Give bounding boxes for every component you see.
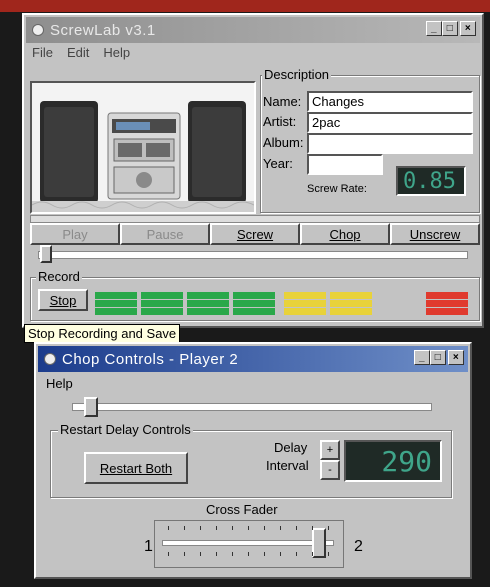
fader-tick xyxy=(200,552,201,556)
meter-segment-3 xyxy=(187,292,229,315)
delay-down-button[interactable]: - xyxy=(320,460,340,480)
fader-tick xyxy=(168,552,169,556)
screw-button[interactable]: Screw xyxy=(210,223,300,245)
cross-fader-title: Cross Fader xyxy=(206,502,278,517)
meter-segment-4 xyxy=(233,292,275,315)
volume-slider-thumb[interactable] xyxy=(40,245,52,263)
main-window-title: ScrewLab v3.1 xyxy=(50,21,156,39)
close-button[interactable]: × xyxy=(460,21,476,36)
name-label: Name: xyxy=(263,94,302,109)
chop-minimize-button[interactable]: _ xyxy=(414,350,430,365)
stop-button[interactable]: Stop xyxy=(38,289,88,311)
fader-tick xyxy=(200,526,201,530)
cross-fader-left-label: 1 xyxy=(144,538,153,555)
main-menubar: File Edit Help xyxy=(32,45,130,60)
chop-close-button[interactable]: × xyxy=(448,350,464,365)
menu-help[interactable]: Help xyxy=(103,45,130,60)
artist-label: Artist: xyxy=(263,114,297,129)
fader-tick xyxy=(312,526,313,530)
year-field[interactable] xyxy=(307,154,383,175)
fader-tick xyxy=(264,552,265,556)
fader-tick xyxy=(216,552,217,556)
main-titlebar[interactable]: ScrewLab v3.1 _ □ × xyxy=(26,17,480,43)
screw-rate-display: 0.85 xyxy=(396,166,466,196)
fader-tick xyxy=(312,552,313,556)
fader-tick xyxy=(328,552,329,556)
maximize-button[interactable]: □ xyxy=(442,21,458,36)
fader-tick xyxy=(248,526,249,530)
restart-delay-title: Restart Delay Controls xyxy=(58,422,193,437)
fader-tick xyxy=(264,526,265,530)
delay-interval-display: 290 xyxy=(344,440,442,482)
year-label: Year: xyxy=(263,156,293,171)
meter-segment-7 xyxy=(426,292,468,315)
cross-fader-track[interactable] xyxy=(162,540,334,546)
chop-window-title: Chop Controls - Player 2 xyxy=(62,350,239,368)
stop-tooltip: Stop Recording and Save xyxy=(24,324,181,343)
chop-titlebar[interactable]: Chop Controls - Player 2 _ □ × xyxy=(38,346,468,372)
fader-tick xyxy=(280,526,281,530)
delay-up-button[interactable]: + xyxy=(320,440,340,460)
app-icon xyxy=(32,24,44,36)
fader-tick xyxy=(232,552,233,556)
main-window: ScrewLab v3.1 _ □ × File Edit Help Descr… xyxy=(22,13,484,328)
meter-segment-1 xyxy=(95,292,137,315)
fader-tick xyxy=(280,552,281,556)
fader-tick xyxy=(296,526,297,530)
artist-field[interactable]: 2pac xyxy=(307,112,473,133)
fader-tick xyxy=(328,526,329,530)
description-title: Description xyxy=(262,67,332,82)
fader-tick xyxy=(168,526,169,530)
stereo-image xyxy=(30,81,256,214)
fader-tick xyxy=(184,526,185,530)
play-button[interactable]: Play xyxy=(30,223,120,245)
fader-tick xyxy=(232,526,233,530)
meter-segment-5 xyxy=(284,292,326,315)
name-field[interactable]: Changes xyxy=(307,91,473,112)
restart-both-button[interactable]: Restart Both xyxy=(84,452,188,484)
record-title: Record xyxy=(36,269,82,284)
chop-slider-thumb[interactable] xyxy=(84,397,98,417)
chop-menubar: Help xyxy=(46,376,73,391)
fader-tick xyxy=(184,552,185,556)
fader-tick xyxy=(296,552,297,556)
pause-button[interactable]: Pause xyxy=(120,223,210,245)
chop-app-icon xyxy=(44,353,56,365)
chop-button[interactable]: Chop xyxy=(300,223,390,245)
menu-file[interactable]: File xyxy=(32,45,53,60)
chop-window: Chop Controls - Player 2 _ □ × Help Rest… xyxy=(34,342,472,579)
delay-label: Delay xyxy=(274,440,308,455)
menu-edit[interactable]: Edit xyxy=(67,45,89,60)
background-top-strip xyxy=(0,0,490,12)
fader-tick xyxy=(248,552,249,556)
chop-slider-track[interactable] xyxy=(72,403,432,411)
album-field[interactable] xyxy=(307,133,473,154)
meter-segment-6 xyxy=(330,292,372,315)
chop-menu-help[interactable]: Help xyxy=(46,376,73,391)
album-label: Album: xyxy=(263,135,304,150)
minimize-button[interactable]: _ xyxy=(426,21,442,36)
unscrew-button[interactable]: Unscrew xyxy=(390,223,480,245)
volume-slider-track[interactable] xyxy=(38,251,468,259)
fader-tick xyxy=(216,526,217,530)
position-scrollbar[interactable] xyxy=(30,215,480,223)
interval-label: Interval xyxy=(266,458,309,473)
cross-fader-right-label: 2 xyxy=(354,538,363,555)
screw-rate-label: Screw Rate: xyxy=(307,183,367,195)
cross-fader-thumb[interactable] xyxy=(312,528,327,558)
chop-maximize-button[interactable]: □ xyxy=(430,350,446,365)
meter-segment-2 xyxy=(141,292,183,315)
